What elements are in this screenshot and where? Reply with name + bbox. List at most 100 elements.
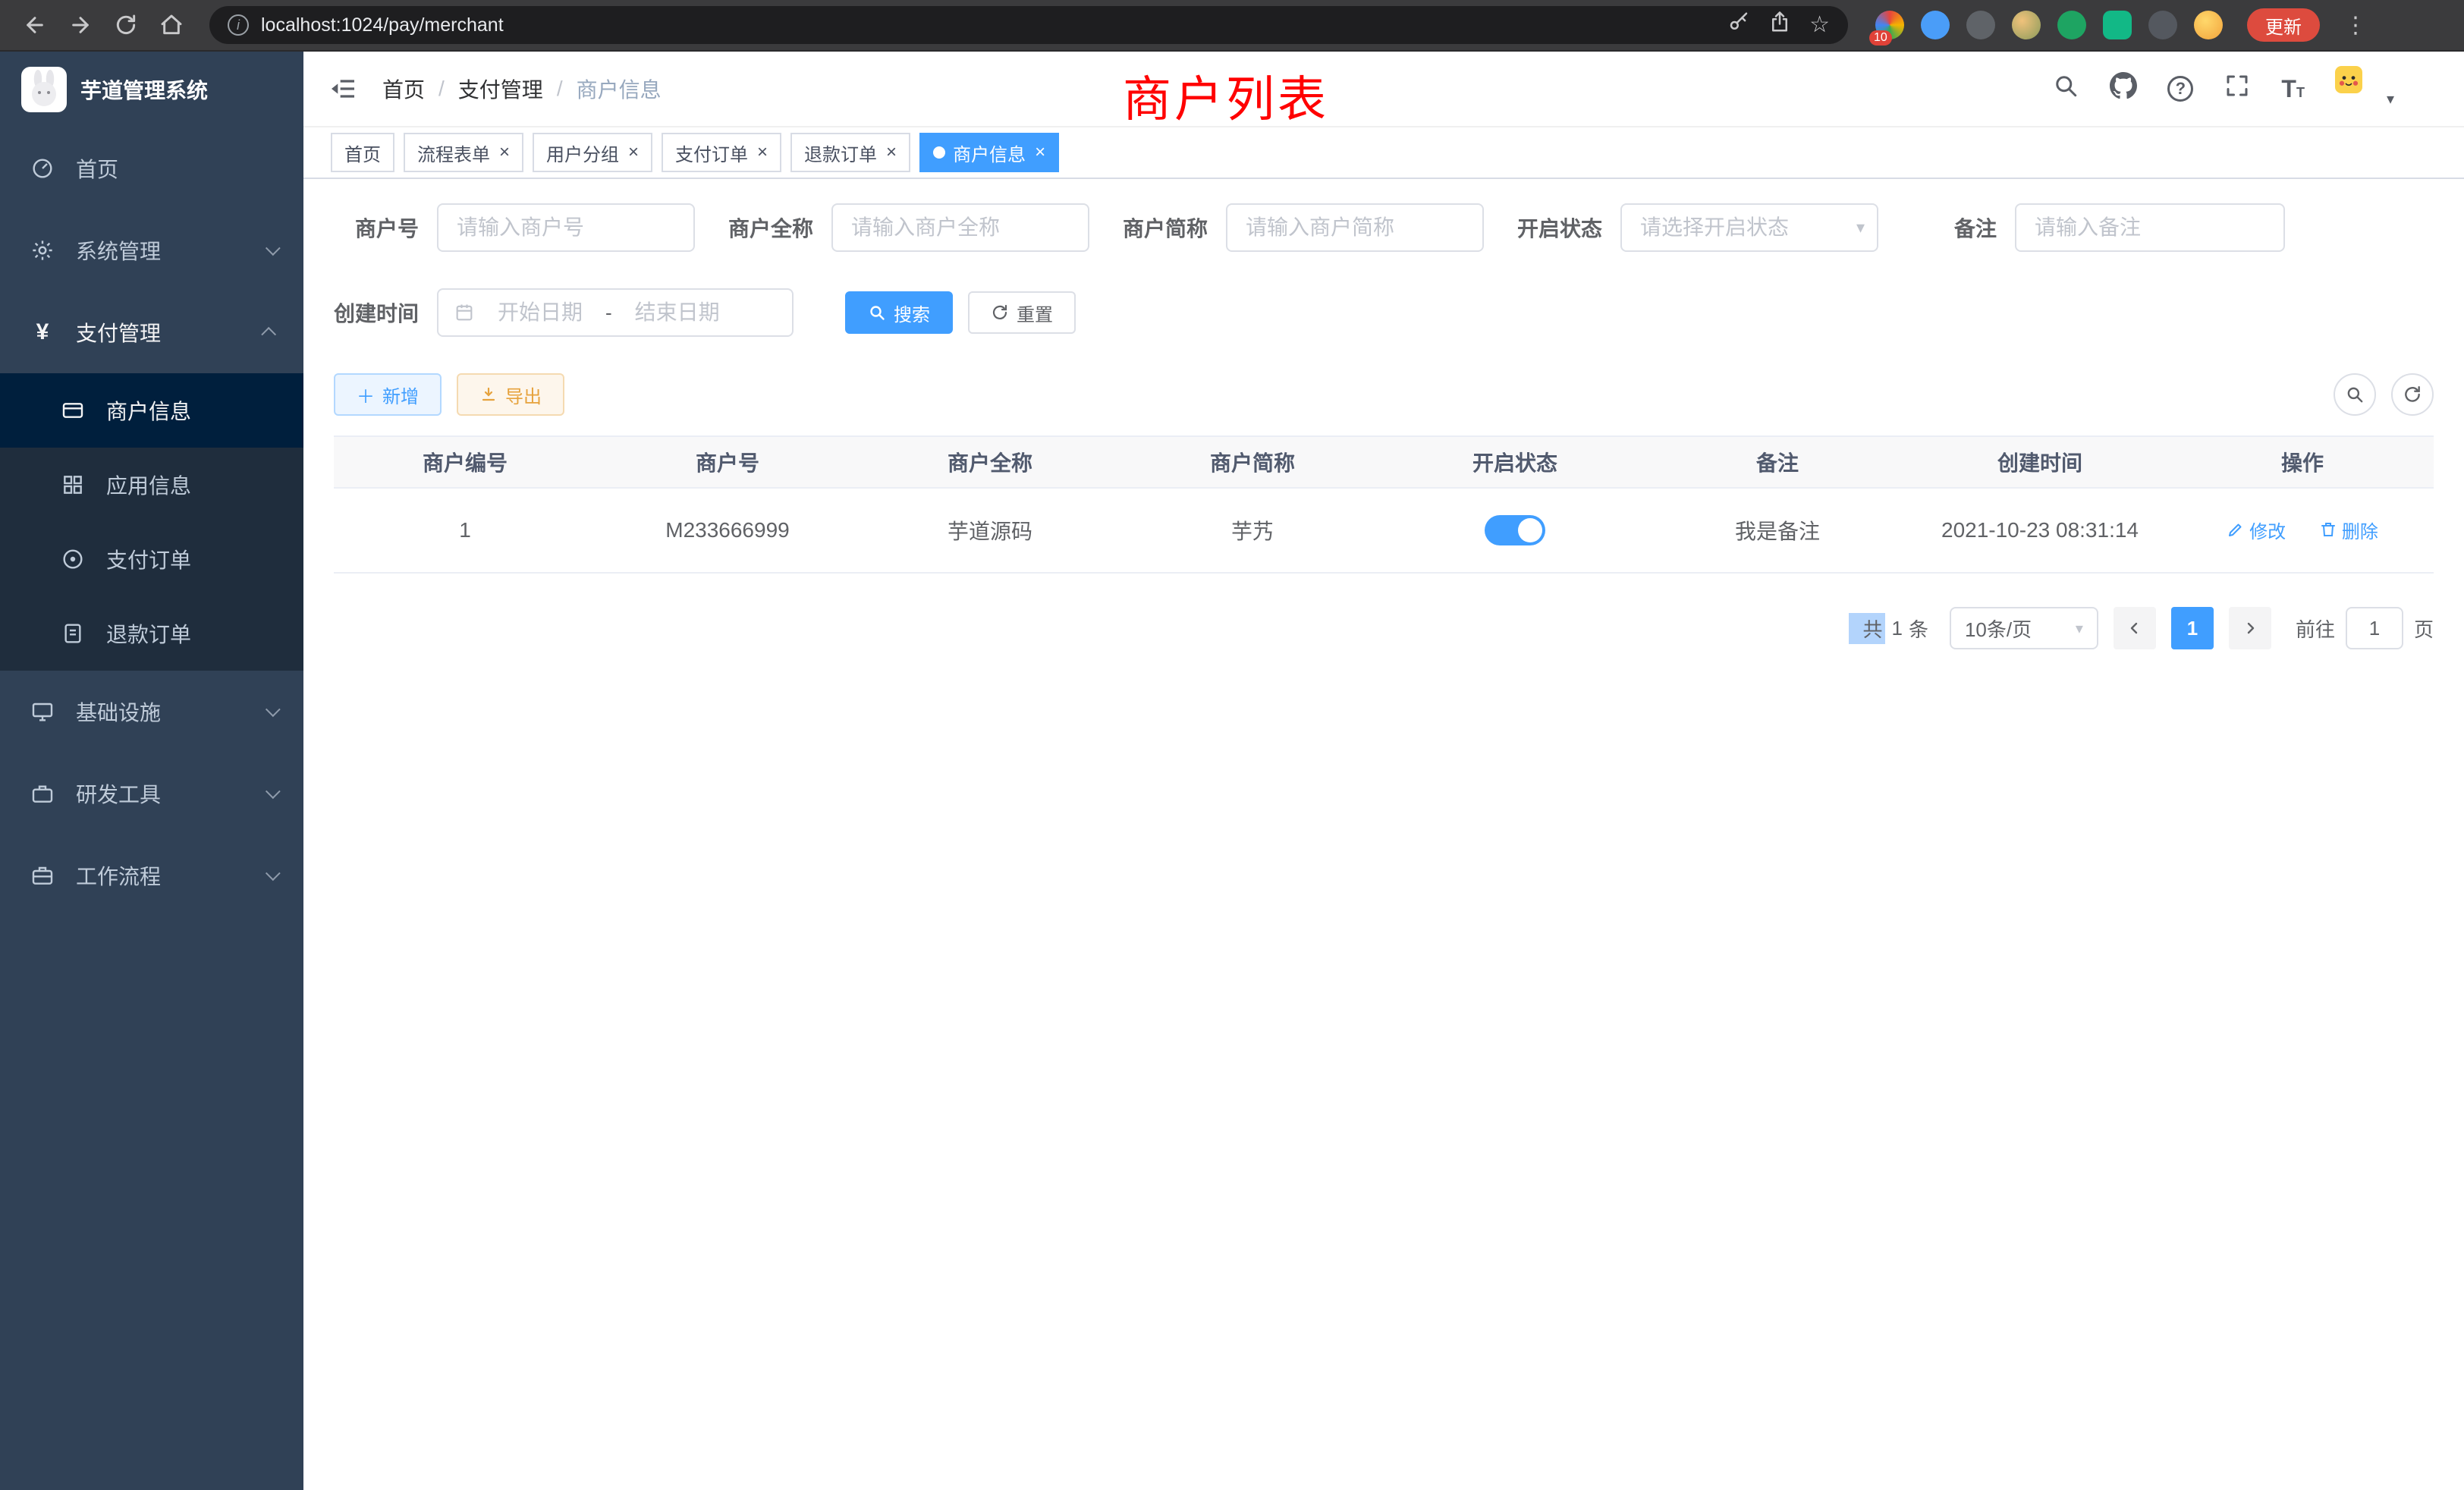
extensions-row: 10	[1866, 11, 2232, 39]
browser-menu-icon[interactable]: ⋮	[2335, 12, 2376, 39]
filter-form-row-2: 创建时间 - 搜索 重置	[334, 288, 2434, 337]
reset-button[interactable]: 重置	[968, 291, 1076, 334]
plus-icon: ＋	[357, 382, 375, 408]
sidebar-item-pay-order[interactable]: 支付订单	[0, 522, 303, 596]
close-icon[interactable]: ×	[499, 143, 510, 162]
extension-icon[interactable]: 10	[1875, 11, 1904, 39]
browser-toolbar: i localhost:1024/pay/merchant ☆ 10	[0, 0, 2464, 52]
sidebar-item-infra[interactable]: 基础设施	[0, 671, 303, 753]
extension-icon[interactable]	[2103, 11, 2132, 39]
update-button[interactable]: 更新	[2247, 8, 2320, 42]
column-header: 商户全称	[859, 436, 1121, 488]
tab-pay-order[interactable]: 支付订单 ×	[662, 133, 781, 172]
reload-icon[interactable]	[106, 5, 146, 45]
breadcrumb-item[interactable]: 支付管理	[458, 74, 543, 104]
extension-icon[interactable]	[1921, 11, 1950, 39]
font-size-icon[interactable]: TT	[2281, 77, 2305, 101]
site-info-icon[interactable]: i	[228, 14, 249, 36]
merchant-card-icon	[61, 398, 85, 423]
refresh-table-button[interactable]	[2391, 373, 2434, 416]
sidebar-item-refund-order[interactable]: 退款订单	[0, 596, 303, 671]
search-icon[interactable]	[2052, 72, 2079, 105]
add-button[interactable]: ＋ 新增	[334, 373, 442, 416]
date-end-input[interactable]	[623, 300, 732, 325]
sidebar-item-devtools[interactable]: 研发工具	[0, 753, 303, 835]
sidebar-item-system[interactable]: 系统管理	[0, 209, 303, 291]
status-select[interactable]: ▾	[1620, 203, 1878, 252]
column-header: 操作	[2171, 436, 2434, 488]
close-icon[interactable]: ×	[886, 143, 897, 162]
tab-label: 流程表单	[417, 140, 490, 166]
tab-merchant-info[interactable]: 商户信息 ×	[919, 133, 1059, 172]
status-select-input[interactable]	[1620, 203, 1878, 252]
sidebar-item-app-info[interactable]: 应用信息	[0, 448, 303, 522]
export-button[interactable]: 导出	[457, 373, 564, 416]
sidebar-item-home[interactable]: 首页	[0, 127, 303, 209]
user-menu[interactable]: ▾	[2335, 66, 2394, 112]
toggle-search-button[interactable]	[2334, 373, 2376, 416]
close-icon[interactable]: ×	[1035, 143, 1045, 162]
sidebar-toggle-icon[interactable]	[328, 74, 358, 104]
cell-merchant-no: M233666999	[596, 488, 859, 573]
merchant-short-input[interactable]	[1226, 203, 1484, 252]
status-toggle[interactable]	[1485, 515, 1545, 545]
chevron-down-icon	[266, 240, 281, 256]
date-start-input[interactable]	[486, 300, 595, 325]
extension-icon[interactable]	[1966, 11, 1995, 39]
refresh-icon	[2403, 385, 2422, 404]
github-icon[interactable]	[2110, 72, 2137, 105]
tab-user-group[interactable]: 用户分组 ×	[533, 133, 652, 172]
field-label: 开启状态	[1517, 212, 1620, 243]
cell-full-name: 芋道源码	[859, 488, 1121, 573]
fullscreen-icon[interactable]	[2224, 72, 2251, 105]
sidebar-item-merchant-info[interactable]: 商户信息	[0, 373, 303, 448]
tab-home[interactable]: 首页	[331, 133, 394, 172]
field-label: 创建时间	[334, 297, 437, 328]
prev-page-button[interactable]	[2114, 607, 2156, 649]
password-key-icon[interactable]	[1727, 11, 1750, 39]
help-icon[interactable]: ?	[2167, 76, 2193, 102]
cell-status	[1384, 488, 1646, 573]
search-button[interactable]: 搜索	[845, 291, 953, 334]
app-logo[interactable]: 芋道管理系统	[0, 52, 303, 127]
tab-refund-order[interactable]: 退款订单 ×	[790, 133, 910, 172]
search-icon	[868, 303, 886, 322]
close-icon[interactable]: ×	[757, 143, 768, 162]
bookmark-star-icon[interactable]: ☆	[1809, 14, 1830, 36]
delete-link[interactable]: 删除	[2319, 517, 2378, 543]
navbar: 首页 / 支付管理 / 商户信息 商户列表 ?	[303, 52, 2464, 127]
filter-remark: 备注	[1912, 203, 2285, 252]
page-size-select[interactable]: 10条/页 ▾	[1950, 607, 2098, 649]
edit-link[interactable]: 修改	[2227, 517, 2286, 543]
extension-icon[interactable]	[2148, 11, 2177, 39]
chevron-down-icon	[266, 784, 281, 799]
sidebar-item-label: 首页	[76, 153, 118, 184]
cell-short-name: 芋艿	[1121, 488, 1384, 573]
red-annotation-text: 商户列表	[1123, 61, 1329, 130]
merchant-name-input[interactable]	[831, 203, 1089, 252]
tab-process-form[interactable]: 流程表单 ×	[404, 133, 523, 172]
caret-down-icon: ▾	[2387, 87, 2394, 112]
url-bar[interactable]: i localhost:1024/pay/merchant ☆	[209, 6, 1848, 44]
extension-icon[interactable]	[2194, 11, 2223, 39]
breadcrumb-item[interactable]: 首页	[382, 74, 425, 104]
close-icon[interactable]: ×	[628, 143, 639, 162]
jump-page-input[interactable]	[2346, 607, 2403, 649]
active-tab-dot	[933, 146, 945, 159]
navbar-actions: ? TT ▾	[2052, 66, 2440, 112]
forward-icon[interactable]	[61, 5, 100, 45]
home-icon[interactable]	[152, 5, 191, 45]
back-icon[interactable]	[15, 5, 55, 45]
extension-icon[interactable]	[2012, 11, 2041, 39]
date-range-picker[interactable]: -	[437, 288, 794, 337]
field-label: 商户全称	[728, 212, 831, 243]
share-icon[interactable]	[1768, 11, 1791, 39]
extension-icon[interactable]	[2057, 11, 2086, 39]
remark-input[interactable]	[2015, 203, 2285, 252]
sidebar-item-workflow[interactable]: 工作流程	[0, 835, 303, 916]
next-page-button[interactable]	[2229, 607, 2271, 649]
page-number-button[interactable]: 1	[2171, 607, 2214, 649]
sidebar-item-payment[interactable]: ¥ 支付管理	[0, 291, 303, 373]
merchant-no-input[interactable]	[437, 203, 695, 252]
sidebar-item-label: 支付管理	[76, 317, 161, 347]
